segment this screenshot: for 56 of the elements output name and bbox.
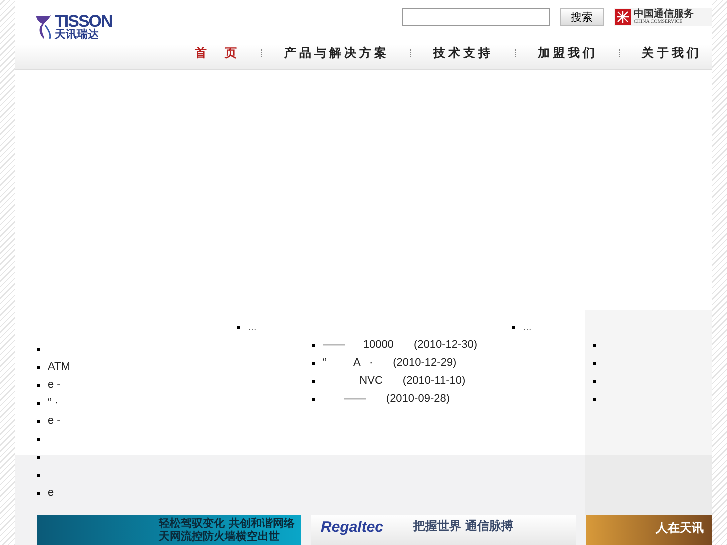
bullet-icon — [593, 398, 596, 400]
bullet-icon — [37, 474, 40, 476]
search-button[interactable]: 搜索 — [560, 8, 604, 26]
list-link[interactable]: ATM — [48, 361, 70, 373]
bullet-icon — [312, 362, 315, 364]
more-link[interactable]: … — [248, 322, 257, 332]
nav-link[interactable]: 关于我们 — [642, 44, 702, 62]
bullet-icon — [593, 362, 596, 364]
news-title[interactable]: “ A · — [323, 357, 374, 369]
banner-text: 人在天讯 — [656, 521, 704, 535]
more-link[interactable]: … — [523, 322, 532, 332]
nav-link[interactable]: 技术支持 — [434, 44, 494, 62]
news-title[interactable]: —— — [323, 393, 366, 405]
banner-text: 天网流控防火墙横空出世 — [159, 530, 282, 543]
bullet-icon — [37, 438, 40, 440]
bullet-icon — [312, 398, 315, 400]
bullet-icon — [37, 456, 40, 458]
bullet-icon — [312, 344, 315, 346]
list-link[interactable]: “ · — [48, 397, 58, 409]
list-link[interactable]: e - — [48, 379, 61, 391]
bullet-icon — [237, 326, 240, 328]
news-date: (2010-12-29) — [393, 357, 457, 369]
news-title[interactable]: —— 10000 — [323, 339, 394, 351]
nav-link[interactable]: 产品与解决方案 — [284, 44, 390, 62]
nav-separator — [618, 49, 621, 57]
search-field[interactable] — [402, 8, 550, 26]
nav-link[interactable]: 加盟我们 — [538, 44, 598, 62]
news-date: (2010-09-28) — [386, 393, 450, 405]
bullet-icon — [312, 380, 315, 382]
banner[interactable]: 轻松驾驭变化 共创和谐网络 天网流控防火墙横空出世 — [37, 515, 301, 545]
partner-name: 中国通信服务 — [634, 8, 694, 20]
bullet-icon — [37, 366, 40, 368]
logo-wordmark: TISSON — [55, 13, 112, 30]
news-date: (2010-12-30) — [414, 339, 478, 351]
banner[interactable]: Regaltec 把握世界 通信脉搏 — [311, 515, 576, 545]
bullet-icon — [593, 380, 596, 382]
bullet-icon — [37, 420, 40, 422]
list-link[interactable]: e — [48, 487, 54, 499]
nav-separator — [261, 49, 264, 57]
list-link[interactable]: e - — [48, 415, 61, 427]
nav-link[interactable]: 首 页 — [195, 44, 240, 62]
banner[interactable]: 人在天讯 — [586, 515, 712, 545]
banner-text: 轻松驾驭变化 共创和谐网络 — [159, 517, 295, 530]
bullet-icon — [37, 384, 40, 386]
nav-separator — [514, 49, 517, 57]
bullet-icon — [512, 326, 515, 328]
news-title[interactable]: NVC — [323, 375, 383, 387]
bullet-icon — [37, 492, 40, 494]
nav-separator — [410, 49, 412, 57]
brand-logo: Regaltec — [321, 519, 384, 536]
bullet-icon — [593, 344, 596, 346]
banner-text: 把握世界 通信脉搏 — [414, 519, 514, 533]
logo-name: 天讯瑞达 — [55, 30, 100, 41]
news-date: (2010-11-10) — [402, 375, 466, 387]
bullet-icon — [37, 402, 40, 404]
bullet-icon — [37, 348, 40, 350]
